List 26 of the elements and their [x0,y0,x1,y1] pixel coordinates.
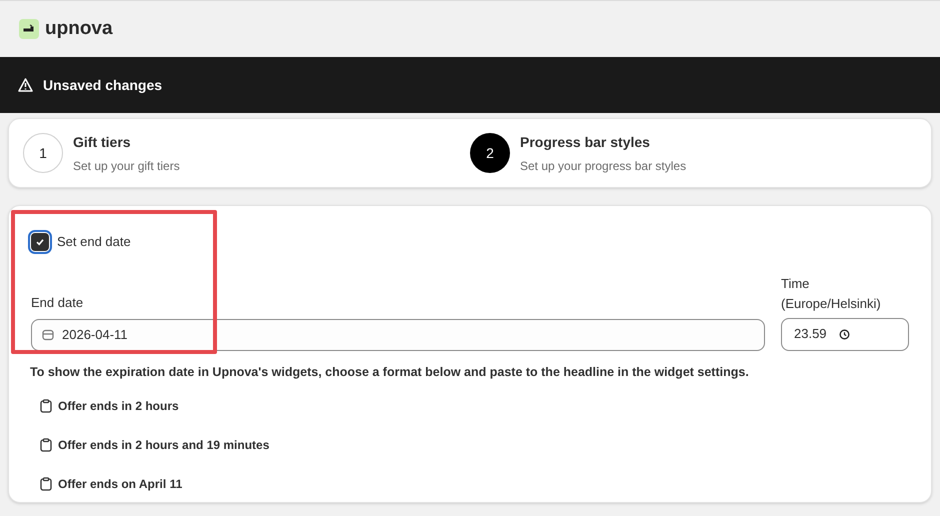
help-text: To show the expiration date in Upnova's widgets, choose a format below and paste to the headline in the widget settings. [30,364,750,381]
checkbox-label: Set end date [57,233,131,251]
logo-icon [19,19,39,39]
clock-icon [838,328,850,340]
calendar-icon [42,328,54,340]
field-label: End date [31,294,84,312]
check-icon [35,236,45,247]
checkbox[interactable] [31,232,49,251]
step-number[interactable]: 2 [470,133,510,173]
clipboard-icon [40,477,52,492]
step-subtitle: Set up your progress bar styles [520,158,686,174]
clipboard-icon [40,438,52,452]
app-name: upnova [45,16,113,41]
step-title: Gift tiers [73,132,132,152]
field-label: Time (Europe/Helsinki) [781,274,882,313]
step-subtitle: Set up your gift tiers [73,158,180,174]
copy-format-link[interactable]: Offer ends on April 11 [40,475,182,494]
copy-format-link[interactable]: Offer ends in 2 hours [40,397,179,416]
notice-text: Unsaved changes [43,76,162,95]
warning-icon [18,78,33,92]
step-number[interactable]: 1 [23,133,63,173]
clipboard-icon [40,399,52,414]
date-field[interactable]: 2026-04-11 [31,318,765,350]
step-title: Progress bar styles [520,132,651,152]
time-field[interactable]: 23.59 [781,318,909,350]
copy-format-link[interactable]: Offer ends in 2 hours and 19 minutes [40,436,270,454]
